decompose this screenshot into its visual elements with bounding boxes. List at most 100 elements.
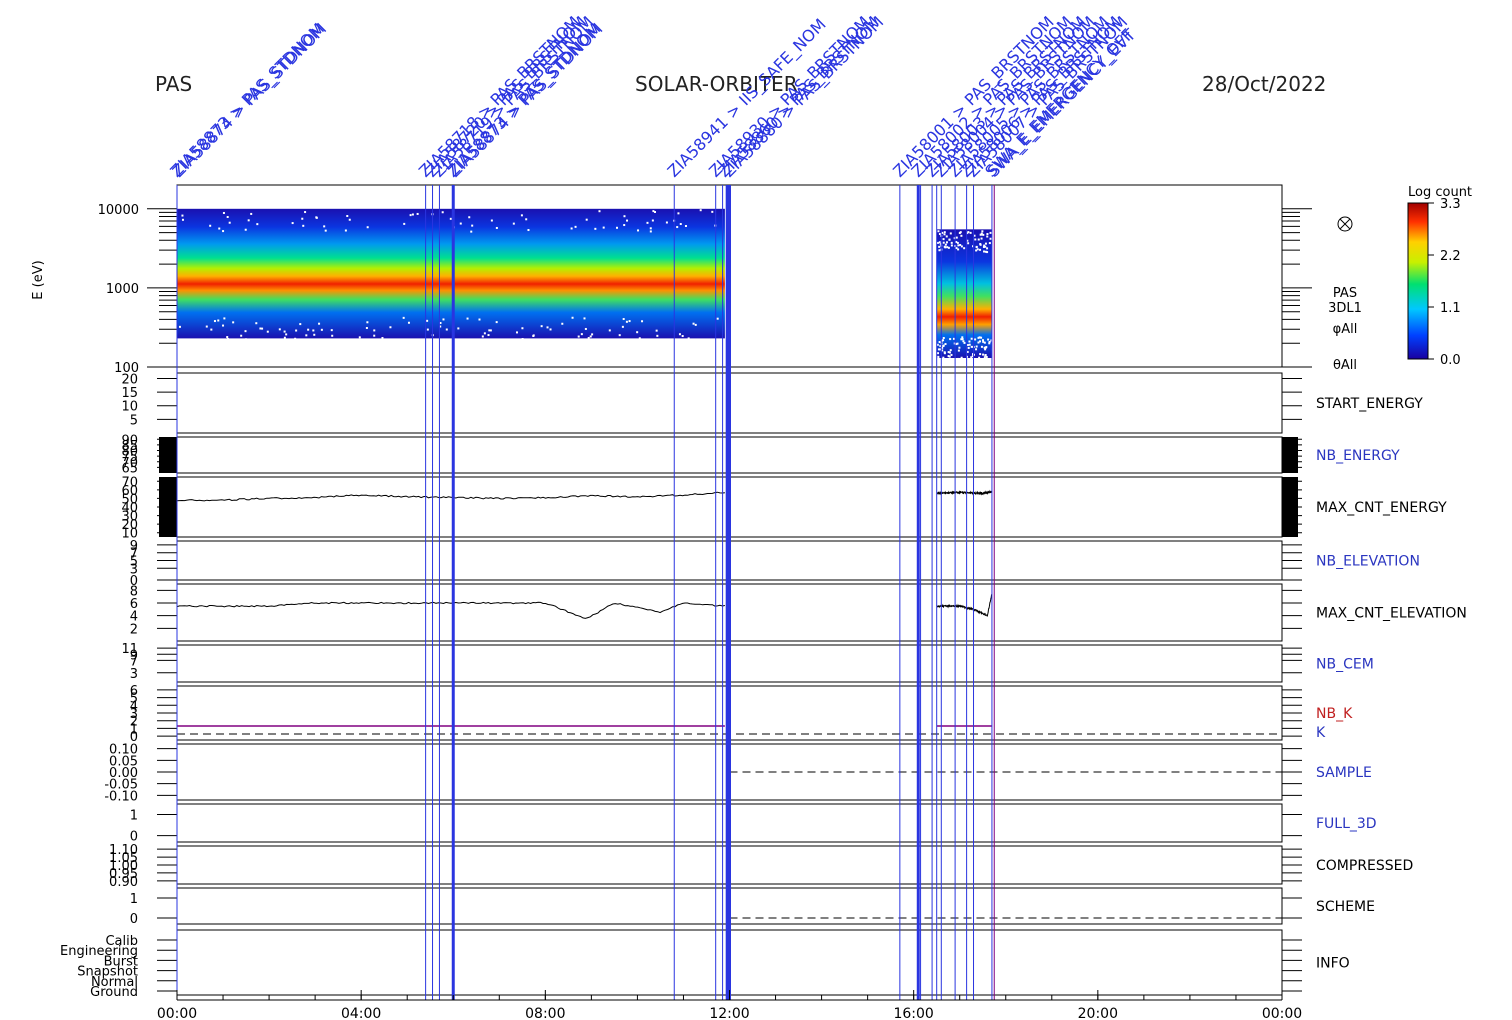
spectrogram-speckle	[408, 322, 410, 324]
spectrogram-speckle	[967, 344, 969, 346]
panel-tick-label: Ground	[90, 985, 138, 1000]
panel-series-line	[937, 491, 992, 494]
spectrogram-speckle	[939, 233, 941, 235]
spectrogram-speckle	[982, 234, 984, 236]
spectrogram-speckle	[179, 326, 181, 328]
header-instrument: PAS	[155, 72, 192, 96]
spectrogram-speckle	[299, 323, 301, 325]
spectrogram-speckle	[442, 211, 444, 213]
panel-tick-label: 0.90	[109, 875, 138, 890]
spectrogram-speckle	[410, 214, 412, 216]
spectrogram-speckle	[656, 330, 658, 332]
spectrogram-speckle	[245, 229, 247, 231]
panel-tick-label: 65	[121, 461, 138, 476]
panel-series-line	[937, 594, 992, 616]
spectrogram-speckle	[381, 337, 383, 339]
panel-label: MAX_CNT_ENERGY	[1316, 500, 1447, 516]
spectrogram-speckle	[588, 337, 590, 339]
spectrogram-speckle	[488, 329, 490, 331]
spectrogram-speckle	[245, 330, 247, 332]
spectrogram-speckle	[974, 338, 976, 340]
spectrogram-speckle	[256, 223, 258, 225]
spectrogram-speckle	[284, 331, 286, 333]
spectrogram-speckle	[956, 237, 958, 239]
spectrogram-speckle	[629, 320, 631, 322]
spectrogram-speckle	[366, 327, 368, 329]
spectrogram-speckle	[426, 320, 428, 322]
spectrogram-speckle	[366, 321, 368, 323]
spectrogram-speckle	[373, 335, 375, 337]
spectrogram-speckle	[637, 229, 639, 231]
spectrogram-speckle	[217, 319, 219, 321]
spectrogram-speckle	[182, 219, 184, 221]
panel-label: FULL_3D	[1316, 816, 1377, 832]
spectrogram-speckle	[591, 333, 593, 335]
x-tick-label: 04:00	[341, 1006, 381, 1020]
panel-series-line	[177, 602, 725, 618]
spectrogram-speckle	[943, 345, 945, 347]
spectrogram-speckle	[305, 334, 307, 336]
panel-label: START_ENERGY	[1316, 396, 1423, 412]
spectrogram-speckle	[417, 213, 419, 215]
spectrogram-speckle	[990, 232, 992, 234]
spectrogram-speckle	[578, 336, 580, 338]
panel-k-label: K	[1316, 725, 1326, 741]
spectrogram-speckle	[516, 331, 518, 333]
spectrogram-speckle	[970, 232, 972, 234]
panel-side-block-right	[1282, 477, 1298, 537]
spectrogram-speckle	[210, 329, 212, 331]
spectrogram-speckle	[962, 340, 964, 342]
spectrogram-speckle	[223, 212, 225, 214]
spectrogram-speckle	[963, 342, 965, 344]
spectrogram-speckle	[700, 209, 702, 211]
spectrogram-speckle	[654, 211, 656, 213]
colorbar-tick-label: 2.2	[1440, 249, 1461, 264]
spectrogram-speckle	[312, 329, 314, 331]
spectrogram-speckle	[943, 337, 945, 339]
spectrogram-band	[177, 209, 725, 339]
panel-tick-label: 0	[130, 912, 138, 927]
spectrogram-speckle	[470, 231, 472, 233]
spectrogram-speckle	[938, 348, 940, 350]
spectrogram-speckle	[984, 348, 986, 350]
spectrogram-speckle	[594, 228, 596, 230]
spectrogram-speckle	[958, 350, 960, 352]
spectrogram-speckle	[496, 227, 498, 229]
spectrogram-speckle	[986, 233, 988, 235]
spectrogram-speckle	[680, 223, 682, 225]
spectrogram-speckle	[623, 224, 625, 226]
spectrogram-speckle	[412, 214, 414, 216]
x-tick-label: 20:00	[1078, 1006, 1118, 1020]
spectrogram-speckle	[944, 246, 946, 248]
spectrogram-speckle	[478, 319, 480, 321]
spectrogram-speckle	[677, 212, 679, 214]
spectrogram-speckle	[944, 352, 946, 354]
spectrogram-speckle	[442, 318, 444, 320]
spectrogram-speckle	[957, 358, 959, 360]
spectrogram-speckle	[978, 337, 980, 339]
spectrogram-speckle	[403, 223, 405, 225]
spectrogram-speckle	[389, 326, 391, 328]
spectrogram-speckle	[982, 354, 984, 356]
panel-label: NB_CEM	[1316, 657, 1374, 673]
panel-stack: 2015105START_ENERGY908580757065NB_ENERGY…	[60, 372, 1467, 1000]
spectrogram-speckle	[603, 227, 605, 229]
spectrogram-speckle	[471, 225, 473, 227]
spectrogram-speckle	[945, 343, 947, 345]
spectrogram-speckle	[978, 357, 980, 359]
spectrogram-speckle	[229, 222, 231, 224]
spectrogram-side-label: φAll	[1333, 322, 1358, 337]
spectrogram-speckle	[979, 249, 981, 251]
spectrogram-speckle	[984, 342, 986, 344]
spectrogram-speckle	[209, 225, 211, 227]
panel-side-block-left	[159, 437, 177, 473]
spectrogram-speckle	[571, 227, 573, 229]
spectrogram-speckle	[989, 341, 991, 343]
panel-label: MAX_CNT_ELEVATION	[1316, 606, 1467, 622]
spectrogram-speckle	[255, 322, 257, 324]
spectrogram-speckle	[468, 216, 470, 218]
panel-side-block-left	[159, 477, 177, 537]
spectrogram-speckle	[181, 215, 183, 217]
spectrogram-speckle	[961, 357, 963, 359]
spectrogram-speckle	[622, 326, 624, 328]
